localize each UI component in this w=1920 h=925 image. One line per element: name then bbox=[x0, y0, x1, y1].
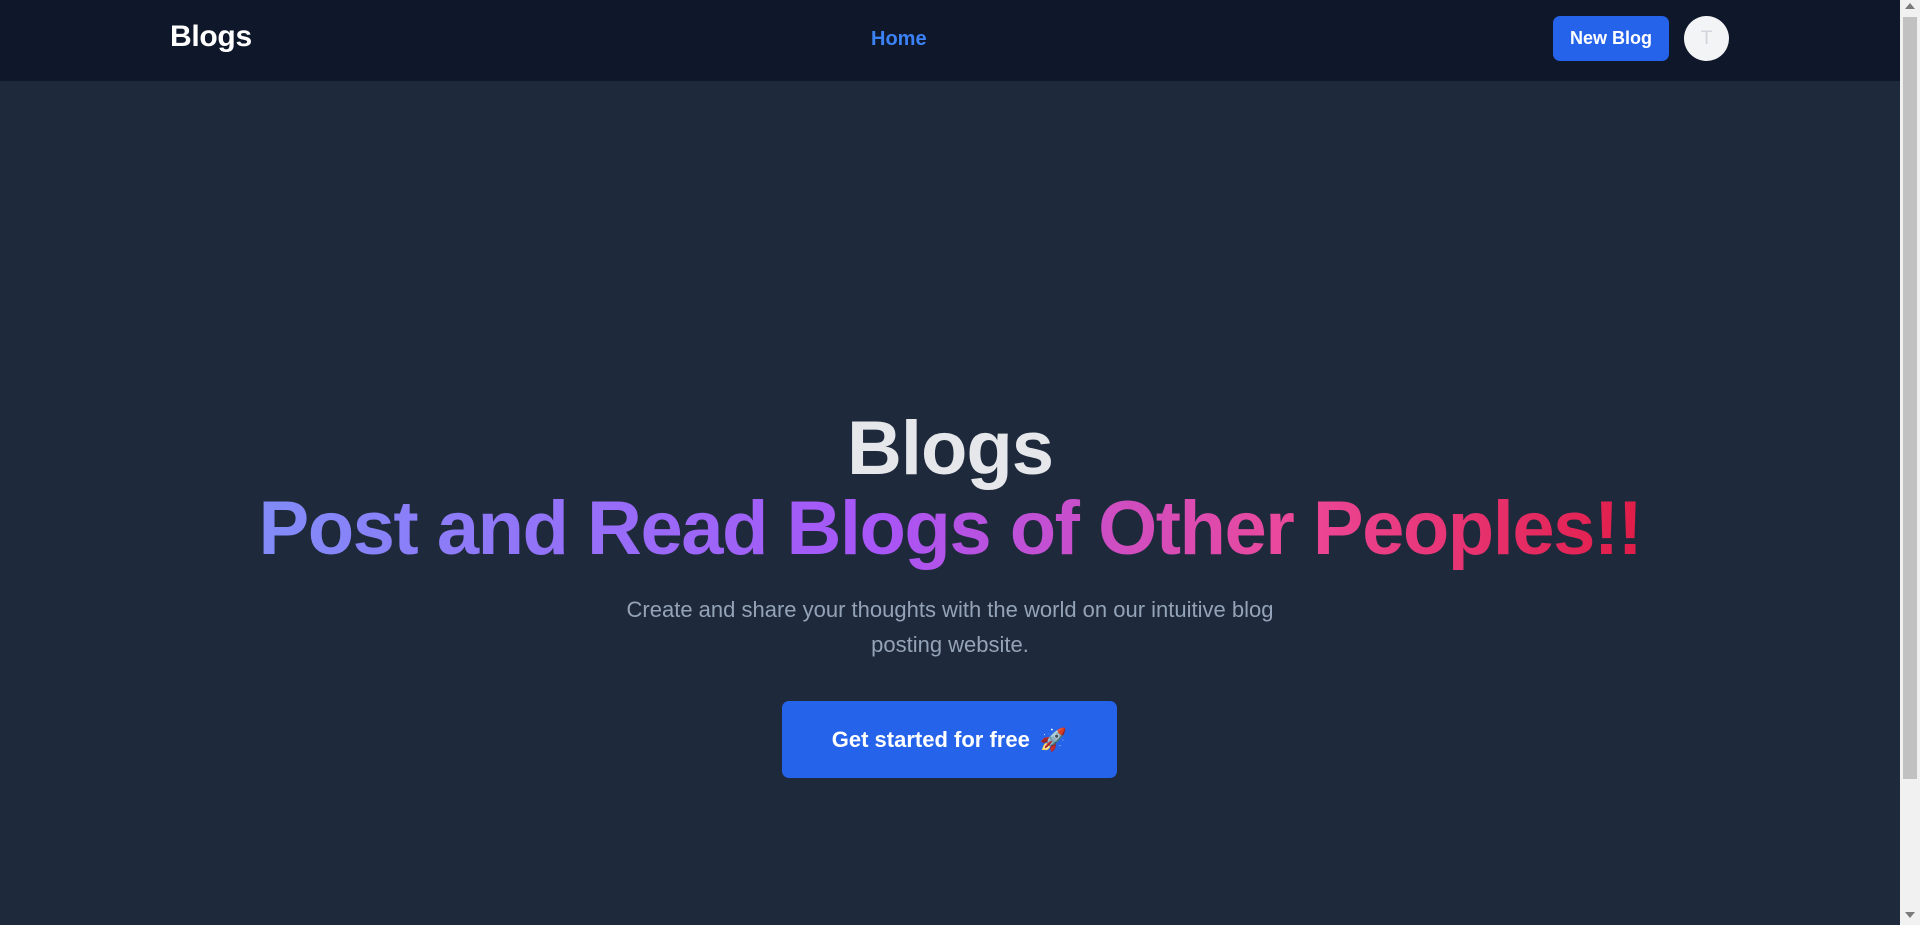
scrollbar-thumb[interactable] bbox=[1903, 17, 1917, 779]
avatar-initial: T bbox=[1700, 27, 1713, 49]
hero-description: Create and share your thoughts with the … bbox=[626, 597, 1274, 657]
scroll-up-arrow-icon[interactable] bbox=[1905, 3, 1915, 9]
get-started-button[interactable]: Get started for free 🚀 bbox=[782, 701, 1117, 778]
page: Blogs Home New Blog T Blogs Post and Rea… bbox=[0, 0, 1920, 925]
nav-home-link[interactable]: Home bbox=[871, 28, 927, 51]
navbar: Blogs Home New Blog T bbox=[0, 0, 1900, 81]
hero-tagline-text: Post and Read Blogs of Other Peoples!! bbox=[258, 486, 1643, 571]
hero-title: Blogs bbox=[846, 406, 1054, 491]
avatar[interactable]: T bbox=[1684, 16, 1729, 61]
brand-logo[interactable]: Blogs bbox=[170, 20, 252, 54]
rocket-icon: 🚀 bbox=[1039, 726, 1068, 752]
scroll-down-arrow-icon[interactable] bbox=[1905, 912, 1915, 918]
new-blog-button[interactable]: New Blog bbox=[1553, 16, 1669, 61]
hero-section: Blogs Post and Read Blogs of Other Peopl… bbox=[0, 81, 1900, 925]
hero-tagline: Post and Read Blogs of Other Peoples!! bbox=[0, 491, 1900, 567]
vertical-scrollbar[interactable] bbox=[1900, 0, 1920, 925]
get-started-label: Get started for free bbox=[831, 726, 1030, 752]
